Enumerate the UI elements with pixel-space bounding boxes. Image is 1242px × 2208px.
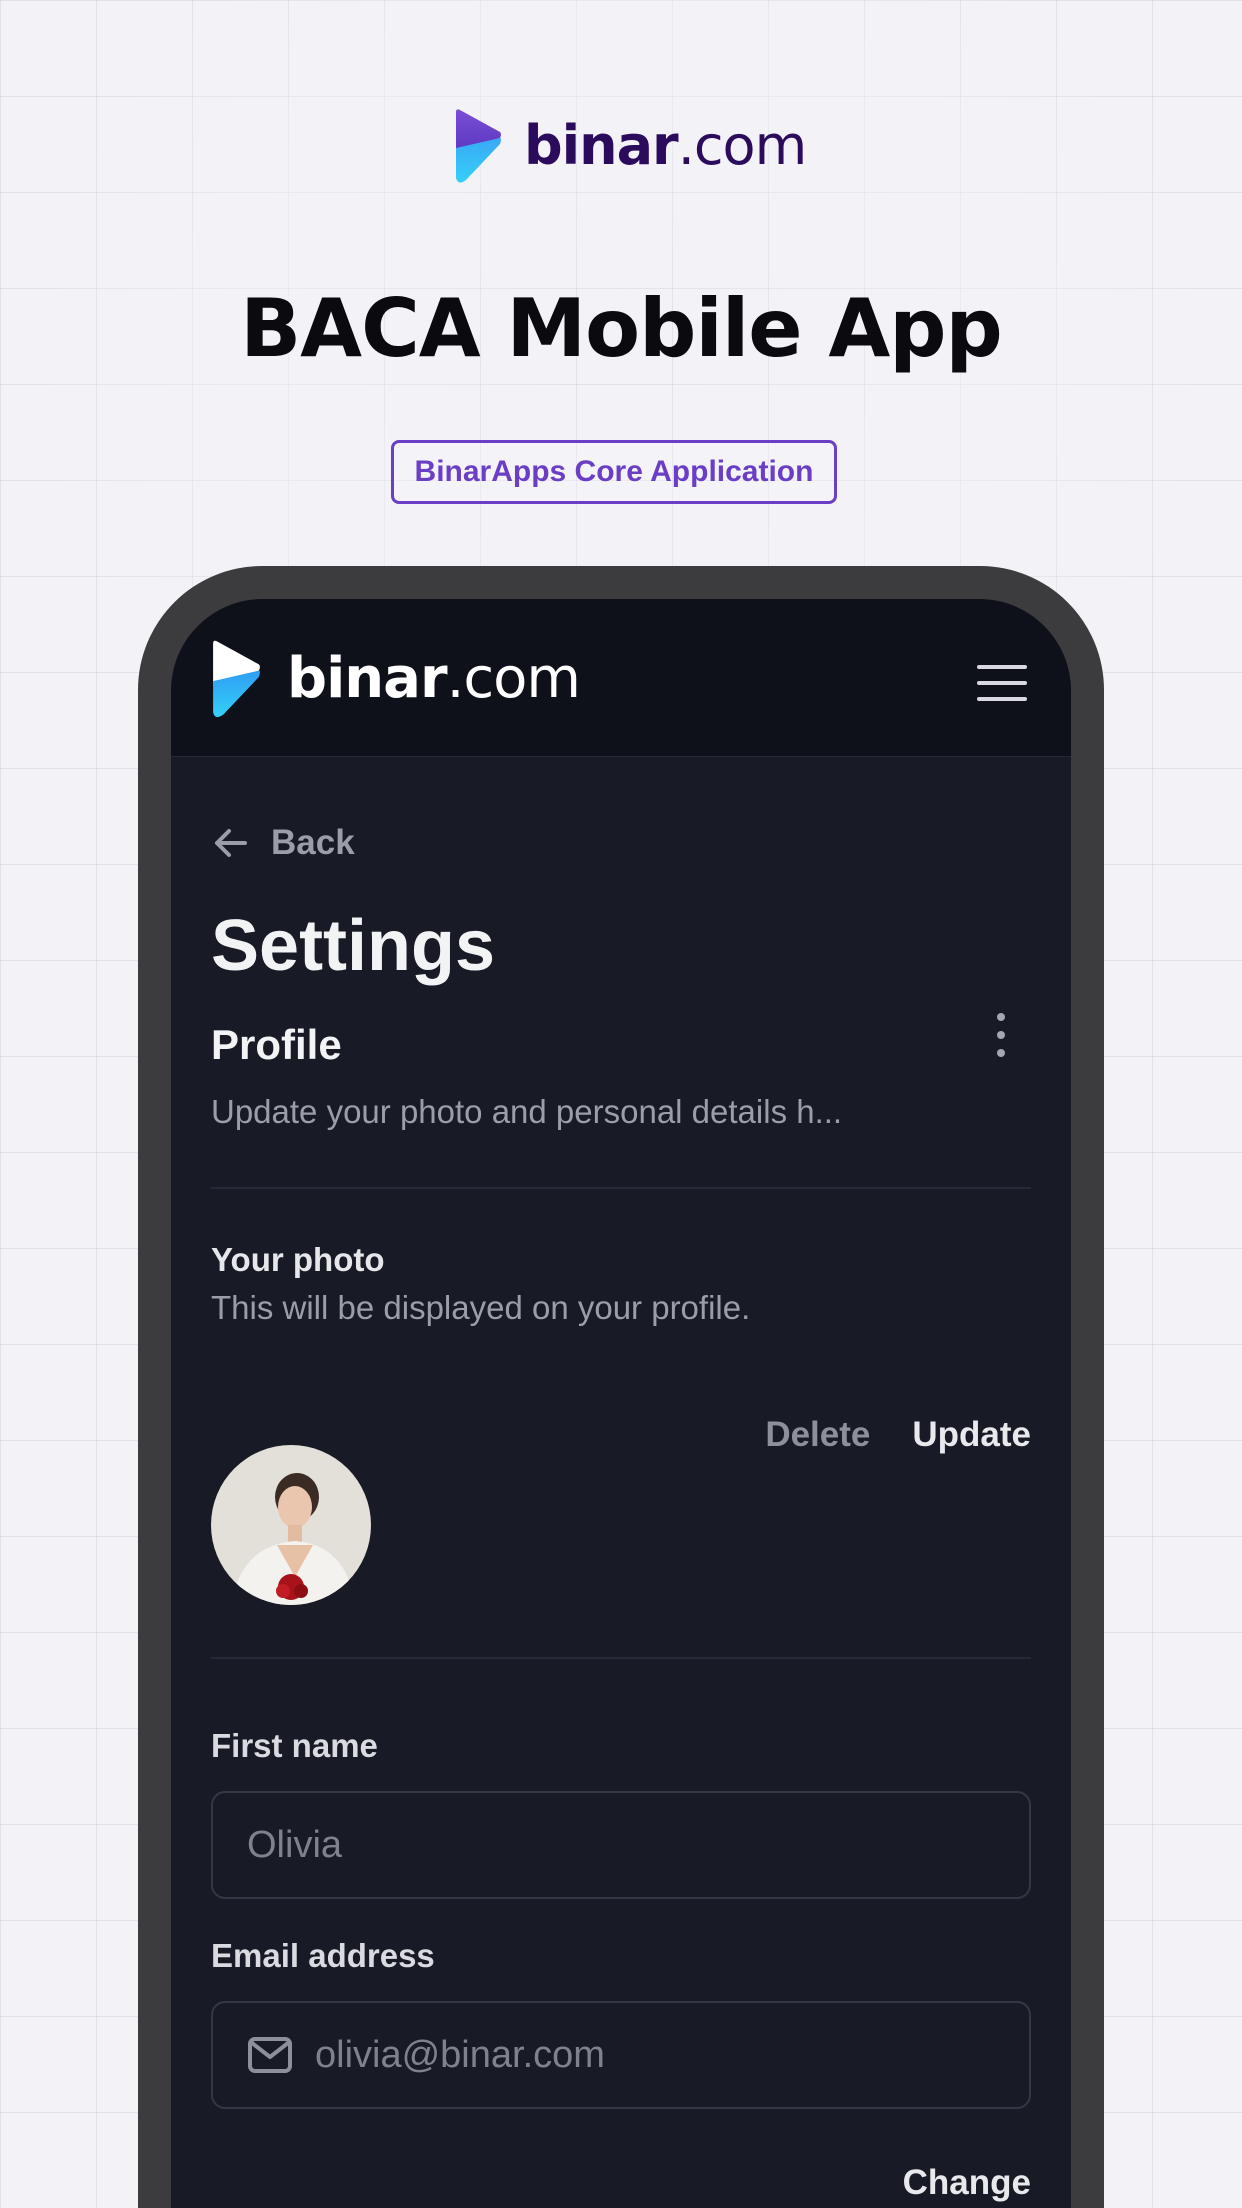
delete-photo-button[interactable]: Delete xyxy=(765,1415,870,1455)
photo-section-subtitle: This will be displayed on your profile. xyxy=(211,1289,751,1326)
more-options-icon[interactable] xyxy=(991,1013,1011,1057)
update-photo-button[interactable]: Update xyxy=(912,1415,1031,1455)
hamburger-menu-icon[interactable] xyxy=(977,665,1027,701)
avatar xyxy=(211,1445,371,1605)
binar-mark-icon xyxy=(456,109,501,183)
app-wordmark: binar.com xyxy=(287,646,581,711)
divider xyxy=(211,1657,1031,1659)
brand-wordmark: binar.com xyxy=(524,114,807,177)
profile-section-subtitle: Update your photo and personal details h… xyxy=(211,1093,843,1130)
photo-actions: Delete Update xyxy=(765,1415,1031,1455)
profile-section-title: Profile xyxy=(211,1021,342,1068)
mail-icon xyxy=(248,2037,292,2073)
photo-section-title: Your photo xyxy=(211,1241,385,1278)
first-name-value: Olivia xyxy=(247,1823,343,1866)
app-header: binar.com xyxy=(171,599,1071,757)
first-name-field[interactable]: Olivia xyxy=(211,1791,1031,1899)
page-title: Settings xyxy=(211,906,496,986)
back-label: Back xyxy=(271,823,355,862)
arrow-left-icon xyxy=(215,829,247,857)
back-button[interactable]: Back xyxy=(211,823,355,863)
email-field[interactable]: olivia@binar.com xyxy=(211,2001,1031,2109)
email-label: Email address xyxy=(211,1937,435,1974)
change-email-button[interactable]: Change xyxy=(903,2163,1031,2203)
first-name-label: First name xyxy=(211,1727,378,1764)
email-value: olivia@binar.com xyxy=(315,2033,605,2076)
app-logo[interactable]: binar.com xyxy=(211,638,581,720)
hero-title: BACA Mobile App xyxy=(240,282,1003,375)
phone-frame: binar.com Back Settings Profile Update y… xyxy=(138,566,1104,2208)
phone-screen: binar.com Back Settings Profile Update y… xyxy=(171,599,1071,2208)
hero-badge: BinarApps Core Application xyxy=(391,440,837,504)
binar-mark-icon xyxy=(213,640,260,718)
divider xyxy=(211,1187,1031,1189)
brand-logo: binar.com xyxy=(454,108,807,184)
